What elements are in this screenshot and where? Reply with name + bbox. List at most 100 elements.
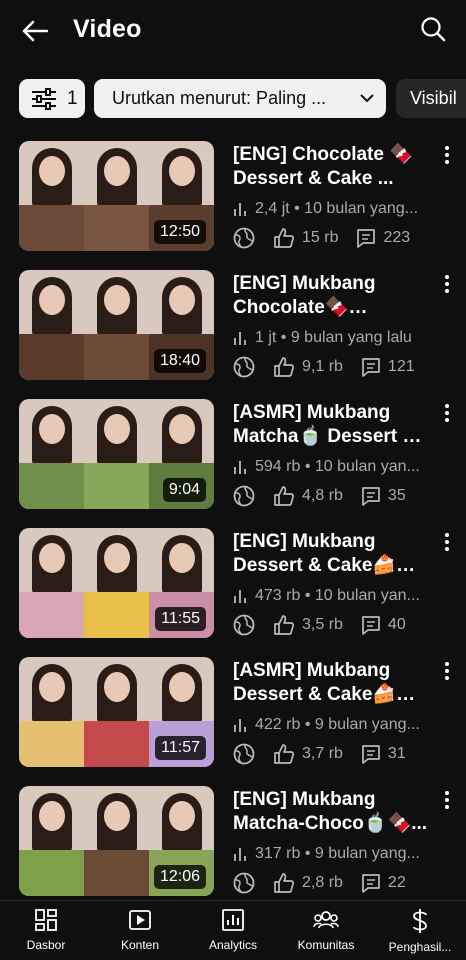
video-list-item[interactable]: 11:55 [ENG] Mukbang Dessert & Cake🍰💛... …: [0, 528, 466, 640]
thumbs-up-icon: [274, 744, 295, 764]
video-comments: 121: [387, 358, 415, 375]
thumbnail-panel: [84, 528, 149, 638]
video-meta: 594 rb • 10 bulan yan...: [233, 458, 433, 476]
video-thumbnail[interactable]: 12:50: [19, 141, 214, 251]
video-info: [ENG] Chocolate 🍫 Dessert & Cake ... 2,4…: [233, 143, 433, 249]
video-thumbnail[interactable]: 11:57: [19, 657, 214, 767]
community-icon: [313, 911, 339, 929]
globe-icon: [233, 356, 255, 378]
thumbnail-panel: [19, 399, 84, 509]
nav-item-penghasilan[interactable]: Penghasil...: [374, 908, 466, 958]
comment-icon: [362, 616, 380, 635]
thumbnail-face: [168, 285, 195, 316]
more-options-button[interactable]: [436, 143, 458, 167]
chevron-down-icon: [360, 94, 374, 103]
back-button[interactable]: [18, 14, 52, 48]
more-options-button[interactable]: [436, 401, 458, 425]
globe-icon: [233, 743, 255, 765]
more-vert-icon: [445, 662, 449, 680]
video-thumbnail[interactable]: 12:06: [19, 786, 214, 896]
video-thumbnail[interactable]: 18:40: [19, 270, 214, 380]
video-title[interactable]: [ENG] Mukbang Matcha-Choco🍵🍫...: [233, 788, 433, 836]
video-comments: 35: [387, 487, 406, 504]
video-likes: 4,8 rb: [302, 487, 343, 504]
bottom-navigation: Dasbor Konten Analytics Komunitas Pengha…: [0, 900, 466, 960]
video-meta: 473 rb • 10 bulan yan...: [233, 587, 433, 605]
nav-item-konten[interactable]: Konten: [94, 908, 186, 958]
thumbnail-food: [19, 591, 84, 638]
top-app-bar: Video: [0, 0, 466, 62]
thumbnail-panel: [19, 786, 84, 896]
thumbnail-food: [84, 849, 149, 896]
video-thumbnail[interactable]: 11:55: [19, 528, 214, 638]
visibility-chip[interactable]: Visibil: [396, 79, 466, 118]
views-bar-icon: [234, 848, 246, 861]
thumbnail-face: [103, 672, 130, 703]
sliders-icon: [32, 87, 56, 110]
video-list-item[interactable]: 9:04 [ASMR] Mukbang Matcha🍵 Dessert & ..…: [0, 399, 466, 511]
more-vert-icon: [445, 275, 449, 293]
video-list-item[interactable]: 12:50 [ENG] Chocolate 🍫 Dessert & Cake .…: [0, 141, 466, 253]
sort-dropdown[interactable]: Urutkan menurut: Paling ...: [94, 79, 386, 118]
video-duration: 9:04: [162, 478, 206, 502]
views-bar-icon: [234, 203, 246, 216]
thumbnail-face: [168, 801, 195, 832]
nav-item-komunitas[interactable]: Komunitas: [280, 908, 372, 958]
video-title[interactable]: [ASMR] Mukbang Matcha🍵 Dessert & ...: [233, 401, 433, 449]
video-title[interactable]: [ENG] Mukbang Chocolate🍫 Dessert...: [233, 272, 433, 320]
more-options-button[interactable]: [436, 788, 458, 812]
more-options-button[interactable]: [436, 530, 458, 554]
thumbnail-panel: [19, 141, 84, 251]
thumbnail-food: [19, 462, 84, 509]
more-vert-icon: [445, 146, 449, 164]
search-icon: [421, 17, 446, 42]
video-comments: 223: [383, 229, 411, 246]
video-meta-text: 594 rb • 10 bulan yan...: [255, 458, 420, 475]
thumbnail-panel: [84, 399, 149, 509]
video-info: [ENG] Mukbang Chocolate🍫 Dessert... 1 jt…: [233, 272, 433, 378]
nav-label: Komunitas: [297, 938, 355, 952]
video-comments: 22: [387, 874, 406, 891]
video-title[interactable]: [ENG] Chocolate 🍫 Dessert & Cake ...: [233, 143, 433, 191]
more-vert-icon: [445, 533, 449, 551]
earn-icon: [413, 909, 427, 933]
filter-bar: 1 Urutkan menurut: Paling ... Visibil: [0, 79, 466, 119]
more-options-button[interactable]: [436, 659, 458, 683]
arrow-left-icon: [22, 20, 48, 42]
video-meta-text: 473 rb • 10 bulan yan...: [255, 587, 420, 604]
video-info: [ASMR] Mukbang Matcha🍵 Dessert & ... 594…: [233, 401, 433, 507]
thumbs-up-icon: [274, 615, 295, 635]
video-meta: 1 jt • 9 bulan yang lalu: [233, 329, 433, 347]
thumbnail-face: [103, 156, 130, 187]
video-stats: 4,8 rb 35: [233, 485, 433, 507]
video-title[interactable]: [ASMR] Mukbang Dessert & Cake🍰🍓...: [233, 659, 433, 707]
search-button[interactable]: [418, 14, 448, 44]
nav-item-dasbor[interactable]: Dasbor: [0, 908, 92, 958]
filter-chip[interactable]: 1: [19, 79, 85, 118]
globe-icon: [233, 485, 255, 507]
video-list-item[interactable]: 11:57 [ASMR] Mukbang Dessert & Cake🍰🍓...…: [0, 657, 466, 769]
thumbnail-food: [19, 333, 84, 380]
thumbnail-food: [19, 849, 84, 896]
video-list-item[interactable]: 12:06 [ENG] Mukbang Matcha-Choco🍵🍫... 31…: [0, 786, 466, 898]
thumbnail-face: [38, 801, 65, 832]
page-title: Video: [73, 15, 142, 43]
thumbnail-panel: [19, 657, 84, 767]
thumbnail-panel: [84, 141, 149, 251]
video-duration: 11:57: [155, 736, 206, 760]
thumbnail-panel: [19, 270, 84, 380]
video-list-item[interactable]: 18:40 [ENG] Mukbang Chocolate🍫 Dessert..…: [0, 270, 466, 382]
video-meta-text: 422 rb • 9 bulan yang...: [255, 716, 420, 733]
thumbnail-food: [84, 333, 149, 380]
thumbnail-panel: [84, 786, 149, 896]
video-thumbnail[interactable]: 9:04: [19, 399, 214, 509]
video-meta: 422 rb • 9 bulan yang...: [233, 716, 433, 734]
video-duration: 12:50: [153, 220, 206, 244]
video-comments: 40: [387, 616, 406, 633]
video-info: [ASMR] Mukbang Dessert & Cake🍰🍓... 422 r…: [233, 659, 433, 765]
video-title[interactable]: [ENG] Mukbang Dessert & Cake🍰💛...: [233, 530, 433, 578]
video-meta-text: 1 jt • 9 bulan yang lalu: [255, 329, 412, 346]
nav-item-analytics[interactable]: Analytics: [187, 908, 279, 958]
more-options-button[interactable]: [436, 272, 458, 296]
video-likes: 3,7 rb: [302, 745, 343, 762]
